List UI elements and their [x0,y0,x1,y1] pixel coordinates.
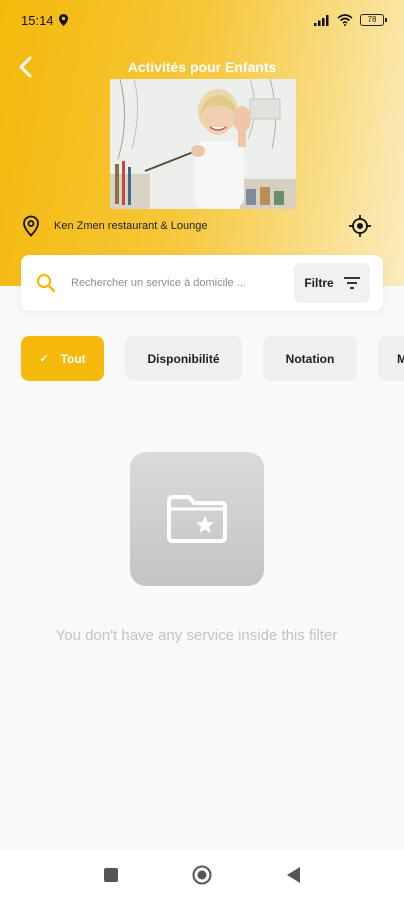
battery-level: 78 [367,15,377,24]
chip-label: Notation [285,351,335,366]
chip-notation[interactable]: Notation [263,336,357,381]
triangle-back-icon [287,867,300,883]
back-nav-button[interactable] [284,865,304,885]
search-bar: Filtre [21,255,383,311]
filter-label: Filtre [304,276,334,290]
filter-chips: ✓ Tout Disponibilité Notation M [21,336,404,382]
home-button[interactable] [192,865,212,885]
filter-lines-icon [343,277,360,289]
status-time: 15:14 [21,12,54,28]
folder-star-icon [167,495,227,543]
check-icon: ✓ [39,353,49,365]
map-pin-icon [23,215,39,237]
child-painting-illustration [110,79,296,209]
location-status-icon [58,14,68,26]
chip-disponibilite[interactable]: Disponibilité [125,336,242,381]
square-icon [104,868,118,882]
chip-more[interactable]: M [378,336,404,381]
chip-label: M [397,351,404,366]
empty-state-message: You don't have any service inside this f… [55,627,338,644]
circle-icon [192,865,212,885]
crosshair-icon [349,215,371,237]
search-icon[interactable] [35,272,57,294]
search-input[interactable] [71,277,269,289]
system-nav-bar [0,850,404,900]
filter-button[interactable]: Filtre [294,263,370,303]
location-row[interactable]: Ken Zmen restaurant & Lounge [22,214,382,238]
chip-label: Disponibilité [147,351,220,366]
page-title: Activités pour Enfants [127,59,277,75]
locate-me-button[interactable] [348,214,372,238]
status-bar: 15:14 78 [0,0,404,40]
chip-tout[interactable]: ✓ Tout [21,336,104,381]
hero-image [110,79,296,209]
location-address: Ken Zmen restaurant & Lounge [54,220,208,232]
battery-icon: 78 [360,14,387,26]
wifi-icon [337,14,353,26]
chip-label: Tout [60,351,86,366]
signal-icon [314,15,329,26]
empty-state-illustration [130,452,264,586]
recent-apps-button[interactable] [101,865,121,885]
